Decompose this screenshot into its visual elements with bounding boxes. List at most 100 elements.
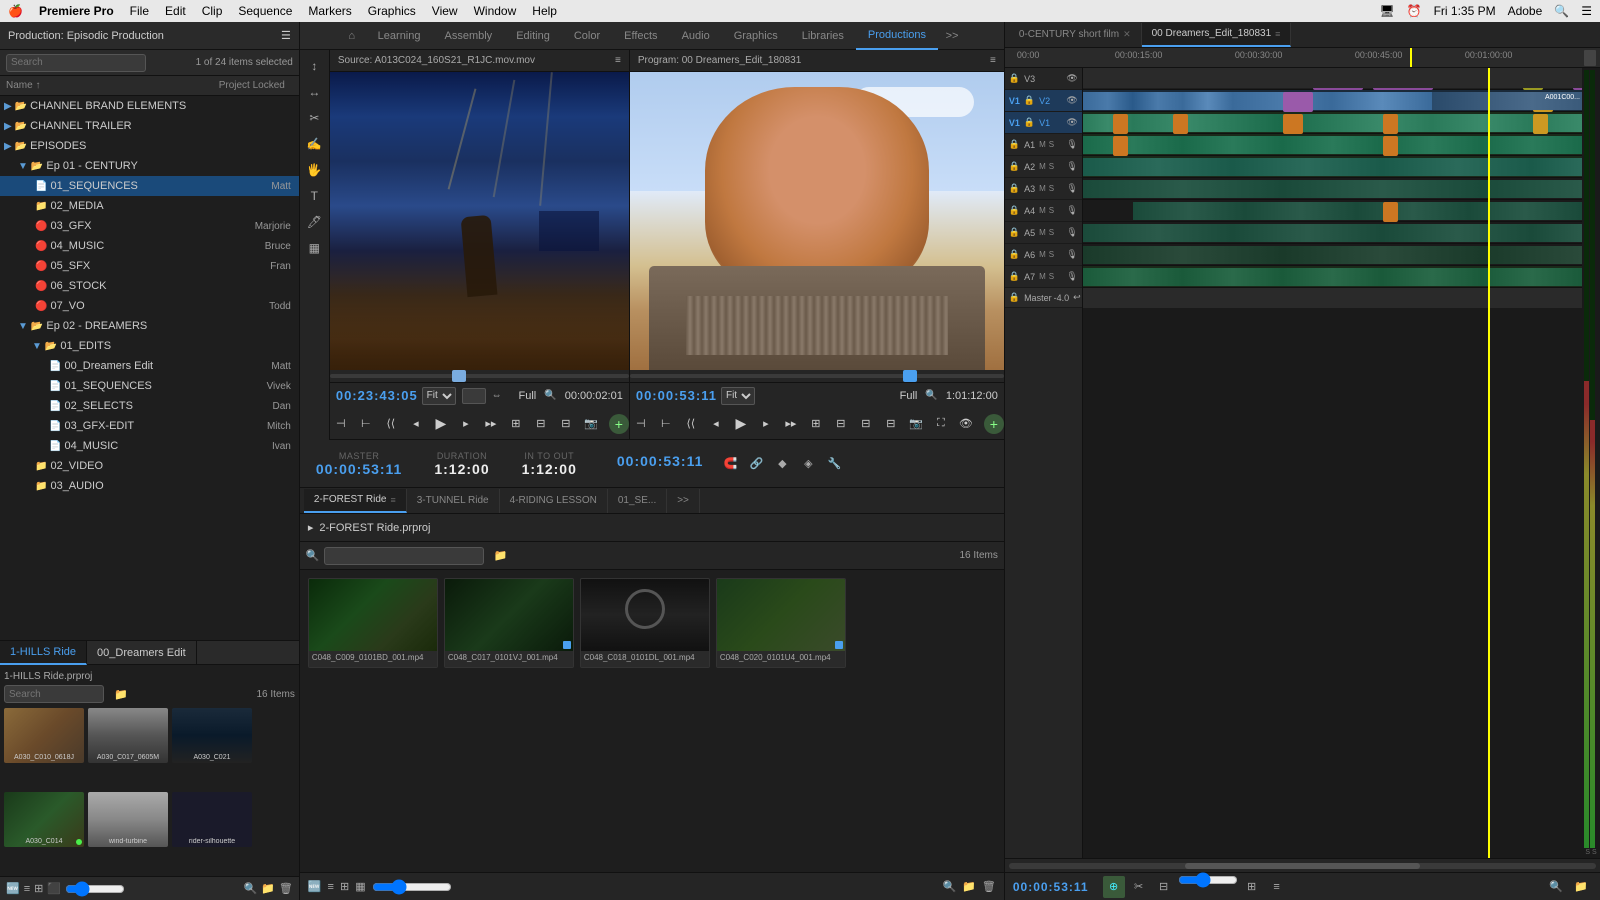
tl-tab-dreamers[interactable]: 00 Dreamers_Edit_180831 ≡	[1142, 23, 1292, 47]
tree-item-1[interactable]: ▶ 📂 CHANNEL TRAILER	[0, 116, 299, 136]
tree-item-19[interactable]: 📁 03_AUDIO	[0, 476, 299, 496]
tl-tab-century-menu[interactable]: ✕	[1123, 29, 1131, 40]
bin-thumb-forest-2[interactable]: C048_C017_0101VJ_001.mp4	[444, 578, 574, 668]
workspace-tab-editing[interactable]: Editing	[504, 22, 562, 50]
workspace-tab-color[interactable]: Color	[562, 22, 612, 50]
menu-markers[interactable]: Markers	[308, 4, 351, 18]
workspace-tab-libraries[interactable]: Libraries	[790, 22, 856, 50]
track-row-a1[interactable]	[1083, 134, 1582, 156]
prog-go-prev[interactable]: ⟨⟨	[680, 413, 702, 435]
tree-item-14[interactable]: 📄 01_SEQUENCES Vivek	[0, 376, 299, 396]
tree-item-16[interactable]: 📄 03_GFX-EDIT Mitch	[0, 416, 299, 436]
menu-graphics[interactable]: Graphics	[368, 4, 416, 18]
track-mic-a3[interactable]: 🎙	[1066, 183, 1077, 194]
program-menu-icon[interactable]: ≡	[990, 55, 996, 66]
track-mic-a4[interactable]: 🎙	[1066, 205, 1077, 216]
bin-thumb-3[interactable]: A030_C021	[172, 708, 252, 763]
source-insert[interactable]: ⊞	[505, 413, 527, 435]
project-menu-icon[interactable]: ☰	[281, 29, 291, 42]
source-scrub-bar[interactable]	[330, 370, 629, 382]
tl-link[interactable]: 🔗	[745, 453, 767, 475]
workspace-tab-graphics[interactable]: Graphics	[722, 22, 790, 50]
tree-item-0[interactable]: ▶ 📂 CHANNEL BRAND ELEMENTS	[0, 96, 299, 116]
clip-v2-2[interactable]	[1283, 92, 1313, 112]
program-scrub-bar[interactable]	[630, 370, 1004, 382]
freeform-icon[interactable]: ⬛	[47, 882, 61, 895]
menu-help[interactable]: Help	[532, 4, 557, 18]
tree-item-7[interactable]: 🔴 04_MUSIC Bruce	[0, 236, 299, 256]
tree-item-5[interactable]: 📁 02_MEDIA	[0, 196, 299, 216]
prog-add-btn[interactable]: +	[984, 414, 1004, 434]
tree-item-9[interactable]: 🔴 06_STOCK	[0, 276, 299, 296]
clip-v2-5[interactable]: A001C00...	[1432, 92, 1582, 110]
track-mic-a1[interactable]: 🎙	[1066, 139, 1077, 150]
source-add-btn[interactable]: +	[609, 414, 629, 434]
bin-thumb-forest-3[interactable]: C048_C020_0101U4_001.mp4	[716, 578, 846, 668]
clip-a1-1[interactable]	[1113, 136, 1128, 156]
menu-edit[interactable]: Edit	[165, 4, 186, 18]
tree-item-4[interactable]: 📄 01_SEQUENCES Matt	[0, 176, 299, 196]
track-lock-master[interactable]: 🔒	[1009, 292, 1020, 303]
track-lock-v3[interactable]: 🔒	[1009, 73, 1020, 84]
track-lock-a2[interactable]: 🔒	[1009, 161, 1020, 172]
track-eye-v3[interactable]: 👁	[1066, 73, 1077, 84]
bin-thumb-size-slider[interactable]	[372, 883, 452, 891]
source-step-back[interactable]: ◂	[405, 413, 427, 435]
prog-extract[interactable]: ⊟	[880, 413, 902, 435]
source-step-fwd[interactable]: ▸	[455, 413, 477, 435]
source-go-prev[interactable]: ⟨⟨	[380, 413, 402, 435]
workspace-tab-more[interactable]: >>	[938, 22, 966, 50]
bin-tab-2[interactable]: 00_Dreamers Edit	[87, 641, 197, 665]
tl-wrench[interactable]: 🔧	[823, 453, 845, 475]
seq-tab-4[interactable]: 01_SE...	[608, 489, 667, 513]
track-s-a4[interactable]: S	[1049, 206, 1054, 215]
icon-view-icon[interactable]: ⊞	[34, 882, 43, 895]
tl-keyframe[interactable]: ◈	[797, 453, 819, 475]
clip-v1-4[interactable]	[1383, 114, 1398, 134]
bin-list-view[interactable]: ≡	[328, 881, 334, 893]
folder-icon[interactable]: 📁	[114, 688, 128, 701]
source-mark-out[interactable]: ⊢	[355, 413, 377, 435]
program-fit-select[interactable]: Fit	[721, 387, 755, 405]
track-s-a3[interactable]: S	[1049, 184, 1054, 193]
bin-freeform[interactable]: ▦	[355, 880, 365, 893]
scroll-thumb[interactable]	[1185, 863, 1420, 869]
track-m-a2[interactable]: M	[1039, 162, 1046, 171]
tl-roll[interactable]: ✂	[1128, 876, 1150, 898]
tl-folder-icon[interactable]: 📁	[1570, 876, 1592, 898]
track-row-a5[interactable]	[1083, 222, 1582, 244]
tree-item-17[interactable]: 📄 04_MUSIC Ivan	[0, 436, 299, 456]
track-m-a5[interactable]: M	[1039, 228, 1046, 237]
track-active-v1[interactable]: V1	[1009, 118, 1020, 128]
bin-tab-1[interactable]: 1-HILLS Ride	[0, 641, 87, 665]
track-s-a1[interactable]: S	[1049, 140, 1054, 149]
thumbnail-size-slider[interactable]	[65, 885, 125, 893]
track-m-a7[interactable]: M	[1039, 272, 1046, 281]
control-icon[interactable]: ☰	[1581, 4, 1592, 18]
bin-delete-btn[interactable]: 🗑	[982, 880, 996, 893]
track-lock-v2[interactable]: 🔒	[1024, 95, 1035, 106]
tool-cut[interactable]: ✂	[302, 106, 326, 130]
track-lock-a3[interactable]: 🔒	[1009, 183, 1020, 194]
bin-icon-view[interactable]: ⊞	[340, 880, 349, 893]
clip-v1-1[interactable]	[1113, 114, 1128, 134]
clip-v1-2[interactable]	[1173, 114, 1188, 134]
workspace-tab-effects[interactable]: Effects	[612, 22, 669, 50]
track-m-a6[interactable]: M	[1039, 250, 1046, 259]
source-go-next[interactable]: ▸▸	[480, 413, 502, 435]
tool-extra[interactable]: ▦	[302, 236, 326, 260]
workspace-tab-audio[interactable]: Audio	[670, 22, 722, 50]
prog-mark-in[interactable]: ⊣	[630, 413, 652, 435]
tree-item-6[interactable]: 🔴 03_GFX Marjorie	[0, 216, 299, 236]
bin-search-btn[interactable]: 🔍	[942, 880, 956, 893]
prog-fullscreen[interactable]: ⛶	[930, 413, 952, 435]
project-search-input[interactable]	[6, 54, 146, 72]
track-s-a5[interactable]: S	[1049, 228, 1054, 237]
bin-thumb-5[interactable]: wind-turbine	[88, 792, 168, 847]
bin-folder-btn[interactable]: 📁	[962, 880, 976, 893]
tl-tab-century[interactable]: 0-CENTURY short film ✕	[1009, 23, 1142, 47]
tree-item-12[interactable]: ▼ 📂 01_EDITS	[0, 336, 299, 356]
tool-text[interactable]: T	[302, 184, 326, 208]
track-lock-a7[interactable]: 🔒	[1009, 271, 1020, 282]
workspace-tab-learning[interactable]: Learning	[366, 22, 433, 50]
